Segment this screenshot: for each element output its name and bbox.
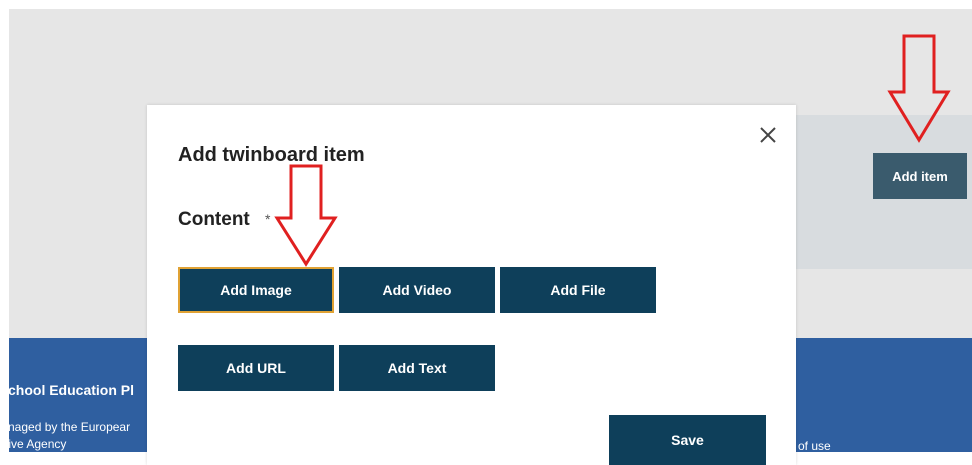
add-url-button[interactable]: Add URL [178, 345, 334, 391]
footer-terms-link[interactable]: of use [798, 439, 831, 452]
add-file-button[interactable]: Add File [500, 267, 656, 313]
modal-title: Add twinboard item [178, 144, 365, 166]
save-button[interactable]: Save [609, 415, 766, 465]
add-twinboard-item-modal: Add twinboard item Content * Add Image A… [147, 105, 796, 465]
content-label: Content [178, 209, 250, 230]
footer-managed-text: naged by the Europear [9, 420, 131, 434]
close-icon[interactable] [755, 122, 781, 148]
add-text-button[interactable]: Add Text [339, 345, 495, 391]
required-indicator: * [265, 211, 271, 227]
add-item-button[interactable]: Add item [873, 153, 967, 199]
add-image-button[interactable]: Add Image [178, 267, 334, 313]
footer-agency-text: tive Agency [9, 437, 67, 451]
add-video-button[interactable]: Add Video [339, 267, 495, 313]
footer-title: chool Education Pl [9, 382, 135, 398]
